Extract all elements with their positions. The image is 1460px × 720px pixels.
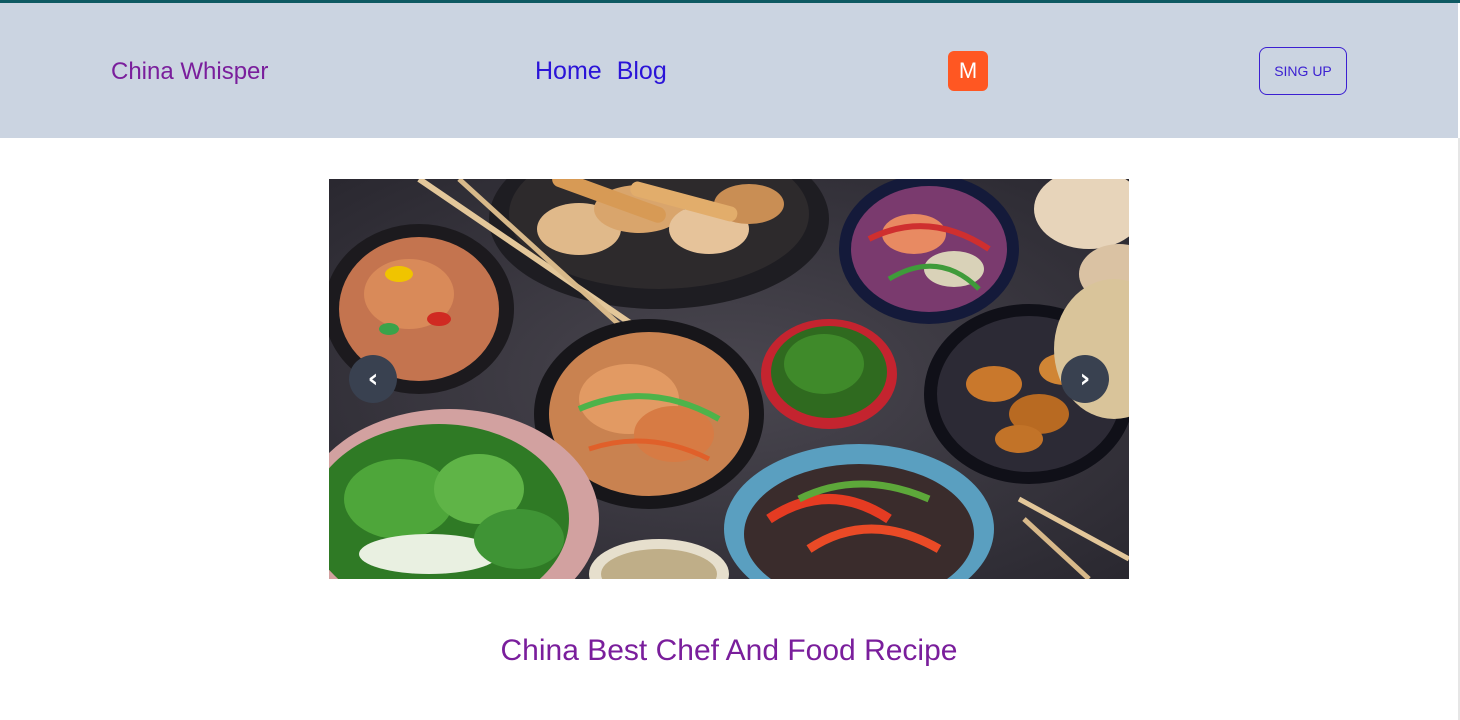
nav-link-home[interactable]: Home	[535, 57, 602, 86]
signup-button[interactable]: SING UP	[1259, 47, 1347, 95]
carousel-slide-food-image	[329, 179, 1129, 579]
main-nav: Home Blog	[535, 57, 667, 86]
navbar: China Whisper Home Blog M SING UP	[0, 3, 1458, 138]
carousel-prev-button[interactable]: ‹	[349, 355, 397, 403]
user-avatar-badge[interactable]: M	[948, 51, 988, 91]
brand-logo-link[interactable]: China Whisper	[111, 58, 268, 86]
nav-link-blog[interactable]: Blog	[617, 57, 667, 86]
hero-carousel: ‹ ›	[329, 179, 1129, 579]
page-headline: China Best Chef And Food Recipe	[500, 634, 958, 667]
carousel-next-button[interactable]: ›	[1061, 355, 1109, 403]
